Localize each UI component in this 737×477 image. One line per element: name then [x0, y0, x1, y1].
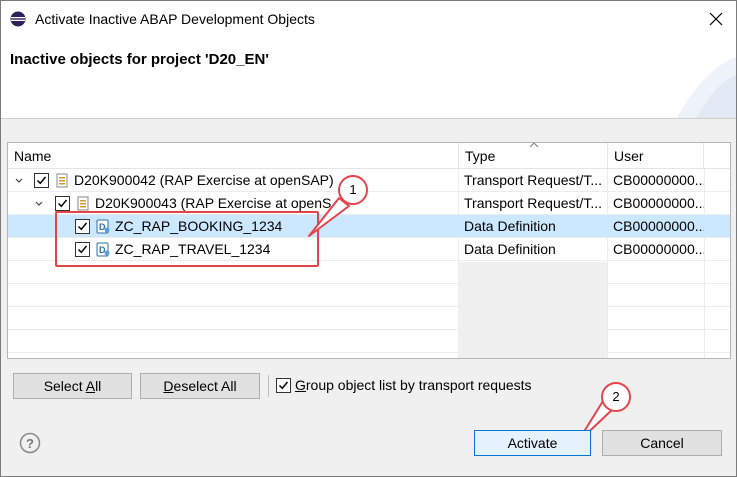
row-type: Transport Request/T... — [464, 195, 602, 211]
table-header: Name Type User — [8, 143, 730, 169]
callout-pointer-1 — [308, 197, 350, 237]
column-header-user[interactable]: User — [608, 143, 704, 169]
help-icon[interactable]: ? — [19, 432, 41, 454]
activate-dialog: Activate Inactive ABAP Development Objec… — [0, 0, 737, 477]
dialog-banner: Inactive objects for project 'D20_EN' — [1, 37, 736, 119]
close-button[interactable] — [696, 1, 736, 37]
select-all-button[interactable]: Select All — [13, 373, 132, 399]
column-header-name[interactable]: Name — [8, 143, 459, 169]
empty-row — [8, 284, 730, 307]
table-row[interactable]: D20K900042 (RAP Exercise at openSAP) Tra… — [8, 169, 730, 192]
separator — [268, 375, 269, 397]
highlight-box — [55, 211, 319, 267]
checkmark-icon — [36, 176, 47, 185]
row-type: Data Definition — [464, 241, 556, 257]
transport-task-icon — [77, 196, 89, 211]
deselect-all-button[interactable]: Deselect All — [140, 373, 260, 399]
checkmark-icon — [278, 381, 289, 390]
checkmark-icon — [57, 199, 68, 208]
chevron-down-icon[interactable] — [33, 192, 45, 215]
row-user: CB00000000... — [613, 218, 704, 234]
group-by-transport-checkbox[interactable] — [276, 378, 291, 393]
window-title: Activate Inactive ABAP Development Objec… — [35, 11, 315, 27]
row-user: CB00000000... — [613, 241, 704, 257]
chevron-down-icon[interactable] — [13, 169, 25, 192]
row-user: CB00000000... — [613, 195, 704, 211]
dialog-heading: Inactive objects for project 'D20_EN' — [10, 51, 269, 68]
callout-badge-2: 2 — [601, 382, 631, 412]
eclipse-icon — [10, 11, 26, 27]
svg-text:?: ? — [26, 436, 34, 451]
sort-ascending-icon — [529, 143, 539, 148]
callout-badge-1: 1 — [338, 175, 368, 205]
empty-type-area — [459, 262, 607, 358]
title-bar: Activate Inactive ABAP Development Objec… — [1, 1, 736, 37]
activate-button[interactable]: Activate — [474, 430, 591, 456]
row-user: CB00000000... — [613, 172, 704, 188]
row-type: Transport Request/T... — [464, 172, 602, 188]
row-type: Data Definition — [464, 218, 556, 234]
empty-row — [8, 307, 730, 330]
row-checkbox[interactable] — [55, 196, 70, 211]
group-by-transport-label[interactable]: Group object list by transport requests — [295, 377, 532, 393]
close-icon — [709, 12, 723, 26]
row-checkbox[interactable] — [34, 173, 49, 188]
banner-decoration — [676, 57, 736, 118]
empty-row — [8, 330, 730, 353]
cancel-button[interactable]: Cancel — [602, 430, 722, 456]
row-name: D20K900042 (RAP Exercise at openSAP) — [74, 172, 334, 188]
transport-request-icon — [56, 173, 68, 188]
